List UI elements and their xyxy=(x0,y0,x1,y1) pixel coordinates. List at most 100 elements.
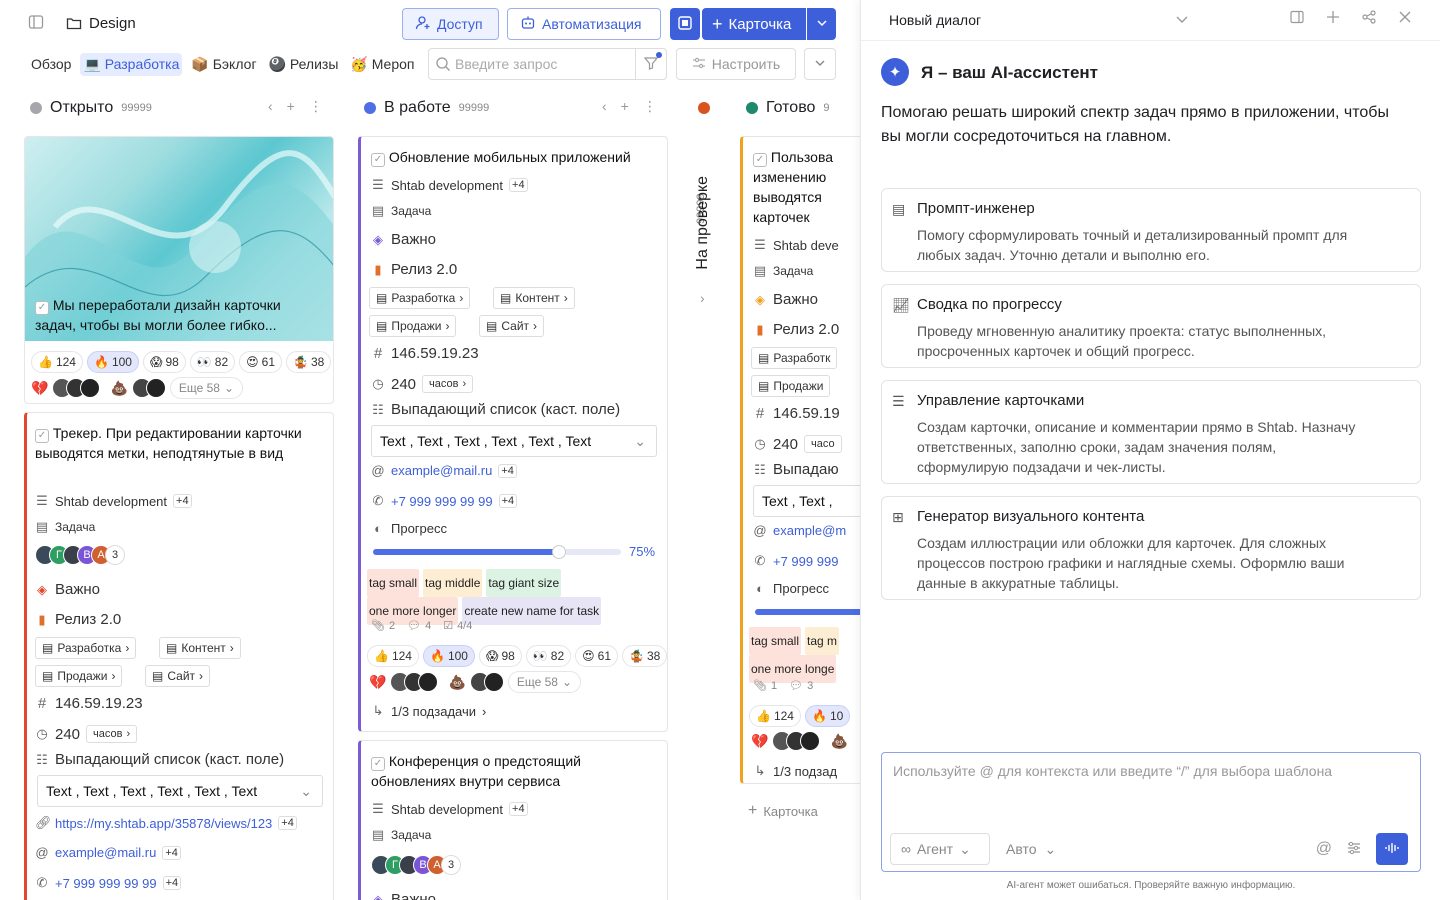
priority-value[interactable]: Важно xyxy=(55,581,100,598)
new-dialog-icon[interactable] xyxy=(1326,10,1340,28)
more-reactions-button[interactable]: Еще 58 ⌄ xyxy=(169,377,244,399)
add-card-button[interactable]: + Карточка xyxy=(702,8,806,40)
checkbox-icon[interactable]: ✓ xyxy=(35,301,49,315)
sidebar-toggle-icon[interactable] xyxy=(28,14,48,34)
model-select[interactable]: Авто ⌄ xyxy=(1006,833,1056,865)
collapse-left-icon[interactable]: ‹ xyxy=(268,98,273,115)
email-link[interactable]: example@m xyxy=(773,523,846,538)
project-name[interactable]: Shtab development xyxy=(55,494,167,509)
collapse-left-icon[interactable]: ‹ xyxy=(602,98,607,115)
checkbox-icon[interactable]: ✓ xyxy=(753,153,767,167)
email-link[interactable]: example@mail.ru xyxy=(391,463,492,478)
priority-value[interactable]: Важно xyxy=(391,231,436,248)
task-card[interactable]: ✓ Трекер. При редактировании карточки вы… xyxy=(24,412,334,900)
chat-input[interactable]: Используйте @ для контекста или введите … xyxy=(881,752,1421,872)
more-views-dropdown[interactable] xyxy=(804,48,836,80)
share-icon[interactable] xyxy=(1362,10,1376,28)
task-card[interactable]: ✓ Конференция о предстоящий обновлениях … xyxy=(358,740,668,900)
progress-handle[interactable] xyxy=(552,545,566,559)
section-chip[interactable]: ▤ Продажи › xyxy=(35,665,123,687)
reaction[interactable]: 😱 98 xyxy=(142,351,186,373)
reaction[interactable]: 😍 61 xyxy=(575,645,619,667)
automation-button[interactable]: Автоматизация xyxy=(507,8,661,40)
reaction[interactable]: 😍 61 xyxy=(239,351,283,373)
ip-value[interactable]: 146.59.19.23 xyxy=(55,695,143,712)
voice-input-button[interactable] xyxy=(1376,833,1408,865)
tab-events[interactable]: 🥳 Мероп xyxy=(347,53,417,76)
poop-icon[interactable]: 💩 xyxy=(830,733,847,750)
reaction[interactable]: 👀 82 xyxy=(525,645,572,667)
more-projects-badge[interactable]: +4 xyxy=(509,802,528,816)
ip-value[interactable]: 146.59.19.23 xyxy=(391,345,479,362)
chevron-down-icon[interactable] xyxy=(1175,12,1189,29)
hours-unit-chip[interactable]: часо xyxy=(804,435,842,453)
feature-progress-summary[interactable]: 📈︎ Сводка по прогрессу Проведу мгновенну… xyxy=(881,284,1421,368)
section-chip[interactable]: ▤ Сайт › xyxy=(145,665,211,687)
more-badge[interactable]: +4 xyxy=(498,494,518,508)
section-chip[interactable]: ▤ Контент › xyxy=(159,637,241,659)
tab-development[interactable]: 💻 Разработка xyxy=(80,52,183,76)
reaction[interactable]: 😱 98 xyxy=(478,645,522,667)
reaction[interactable]: 🔥 10 xyxy=(804,705,851,727)
progress-bar[interactable] xyxy=(755,609,860,615)
custom-dropdown[interactable]: Text , Text , Text , Text , Text , Text ⌄ xyxy=(371,425,657,457)
assignee-avatars[interactable]: Г В А 3 xyxy=(35,545,125,565)
agent-select[interactable]: ∞ Агент ⌄ xyxy=(890,833,990,865)
feature-visual-generator[interactable]: ⊞ Генератор визуального контента Создам … xyxy=(881,496,1421,600)
section-chip[interactable]: ▤ Разработка › xyxy=(369,287,471,309)
reaction[interactable]: 👍 124 xyxy=(749,705,801,727)
release-value[interactable]: Релиз 2.0 xyxy=(391,261,457,278)
task-card[interactable]: ✓ Мы переработали дизайн карточки задач,… xyxy=(24,136,334,404)
more-vertical-icon[interactable]: ⋮ xyxy=(309,98,323,115)
checkbox-icon[interactable]: ✓ xyxy=(371,757,385,771)
priority-value[interactable]: Важно xyxy=(391,891,436,900)
custom-dropdown[interactable]: Text , Text , xyxy=(753,485,860,517)
hours-value[interactable]: 240 xyxy=(391,376,416,393)
broken-heart-icon[interactable]: 💔 xyxy=(369,674,386,691)
task-card[interactable]: ✓ Пользова изменению выводятся карточек … xyxy=(740,136,860,784)
filter-button[interactable] xyxy=(635,48,667,80)
release-value[interactable]: Релиз 2.0 xyxy=(773,321,839,338)
reaction[interactable]: 🔥 100 xyxy=(86,351,139,373)
url-link[interactable]: https://my.shtab.app/35878/views/123 xyxy=(55,816,272,831)
layout-view-button[interactable] xyxy=(670,8,700,40)
hours-unit-chip[interactable]: часов › xyxy=(422,375,474,393)
email-link[interactable]: example@mail.ru xyxy=(55,845,156,860)
tag[interactable]: tag small xyxy=(367,569,420,597)
reaction[interactable]: 🤹 38 xyxy=(622,645,667,667)
hours-value[interactable]: 240 xyxy=(773,436,798,453)
assignee-avatars[interactable]: Г В А 3 xyxy=(371,855,461,875)
subtasks-row[interactable]: ↳ 1/3 подзад xyxy=(753,763,837,779)
reaction[interactable]: 👍 124 xyxy=(31,351,83,373)
add-icon[interactable]: + xyxy=(287,98,295,115)
reaction[interactable]: 🤹 38 xyxy=(286,351,332,373)
progress-bar[interactable] xyxy=(373,545,621,559)
more-badge[interactable]: +4 xyxy=(162,845,181,860)
checkbox-icon[interactable]: ✓ xyxy=(371,153,385,167)
custom-dropdown[interactable]: Text , Text , Text , Text , Text , Text ⌄ xyxy=(37,775,323,807)
phone-link[interactable]: +7 999 999 99 99 xyxy=(55,876,157,891)
phone-link[interactable]: +7 999 999 xyxy=(773,554,838,569)
hours-unit-chip[interactable]: часов › xyxy=(86,725,138,743)
checkbox-icon[interactable]: ✓ xyxy=(35,429,49,443)
task-card[interactable]: ✓ Обновление мобильных приложений ☰ Shtab… xyxy=(358,136,668,732)
broken-heart-icon[interactable]: 💔 xyxy=(31,380,48,397)
add-card-dropdown[interactable] xyxy=(807,8,836,40)
column-collapsed-review[interactable]: 99999 На проверке › xyxy=(692,96,718,336)
tab-releases[interactable]: 🎱 Релизы xyxy=(266,53,342,76)
section-chip[interactable]: ▤ Продажи › xyxy=(369,315,457,337)
hours-value[interactable]: 240 xyxy=(55,726,80,743)
feature-card-management[interactable]: ☰ Управление карточками Создам карточки,… xyxy=(881,380,1421,484)
tag[interactable]: tag m xyxy=(805,627,840,655)
feature-prompt-engineer[interactable]: ▤ Промпт-инженер Помогу сформулировать т… xyxy=(881,188,1421,272)
more-badge[interactable]: +4 xyxy=(278,816,297,830)
project-name[interactable]: Shtab development xyxy=(391,802,503,817)
setup-button[interactable]: Настроить xyxy=(676,48,796,80)
access-button[interactable]: Доступ xyxy=(402,8,499,40)
more-reactions-button[interactable]: Еще 58 ⌄ xyxy=(507,671,582,693)
close-icon[interactable] xyxy=(1398,10,1412,28)
poop-icon[interactable]: 💩 xyxy=(110,380,127,397)
tab-backlog[interactable]: 📦 Бэклог xyxy=(188,53,259,76)
more-vertical-icon[interactable]: ⋮ xyxy=(643,98,657,115)
tag[interactable]: tag middle xyxy=(423,569,483,597)
